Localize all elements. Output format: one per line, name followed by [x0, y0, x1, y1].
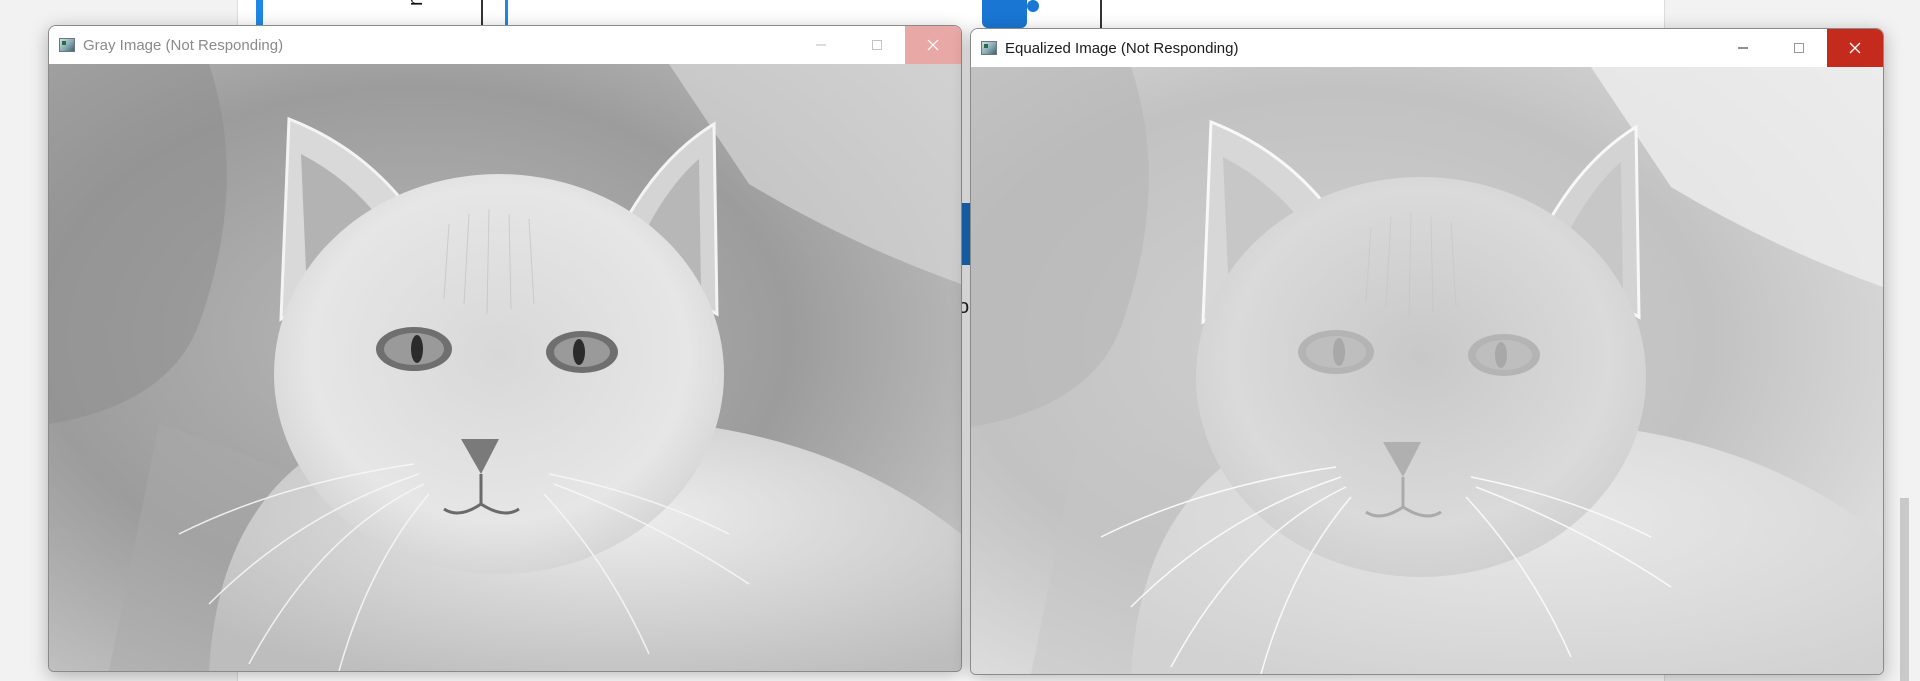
maximize-icon — [1794, 43, 1804, 53]
close-icon — [927, 39, 939, 51]
minimize-button[interactable] — [1715, 29, 1771, 67]
background-widget — [982, 0, 1027, 28]
background-divider-2 — [1100, 0, 1102, 30]
window-controls — [1715, 29, 1883, 67]
window-controls — [793, 26, 961, 64]
window-title: Gray Image (Not Responding) — [83, 36, 284, 54]
opencv-window-icon — [981, 41, 997, 55]
equalized-cat-photo — [971, 67, 1883, 674]
minimize-icon — [816, 44, 826, 46]
grayscale-cat-photo — [49, 64, 961, 671]
title-bar[interactable]: Gray Image (Not Responding) — [49, 26, 961, 64]
equalized-image-window[interactable]: Equalized Image (Not Responding) — [970, 28, 1884, 675]
opencv-window-icon — [59, 38, 75, 52]
close-button[interactable] — [1827, 29, 1883, 67]
maximize-button[interactable] — [849, 26, 905, 64]
minimize-icon — [1738, 47, 1748, 49]
gray-image-canvas — [49, 64, 961, 671]
gray-image-window[interactable]: Gray Image (Not Responding) — [48, 25, 962, 672]
maximize-button[interactable] — [1771, 29, 1827, 67]
close-button[interactable] — [905, 26, 961, 64]
close-icon — [1849, 42, 1861, 54]
background-rotated-label: nt — [405, 0, 428, 6]
background-widget-handle — [1027, 0, 1039, 12]
equalized-image-canvas — [971, 67, 1883, 674]
window-title: Equalized Image (Not Responding) — [1005, 39, 1239, 57]
maximize-icon — [872, 40, 882, 50]
title-bar[interactable]: Equalized Image (Not Responding) — [971, 29, 1883, 67]
minimize-button[interactable] — [793, 26, 849, 64]
background-scrollbar[interactable] — [1900, 498, 1909, 681]
